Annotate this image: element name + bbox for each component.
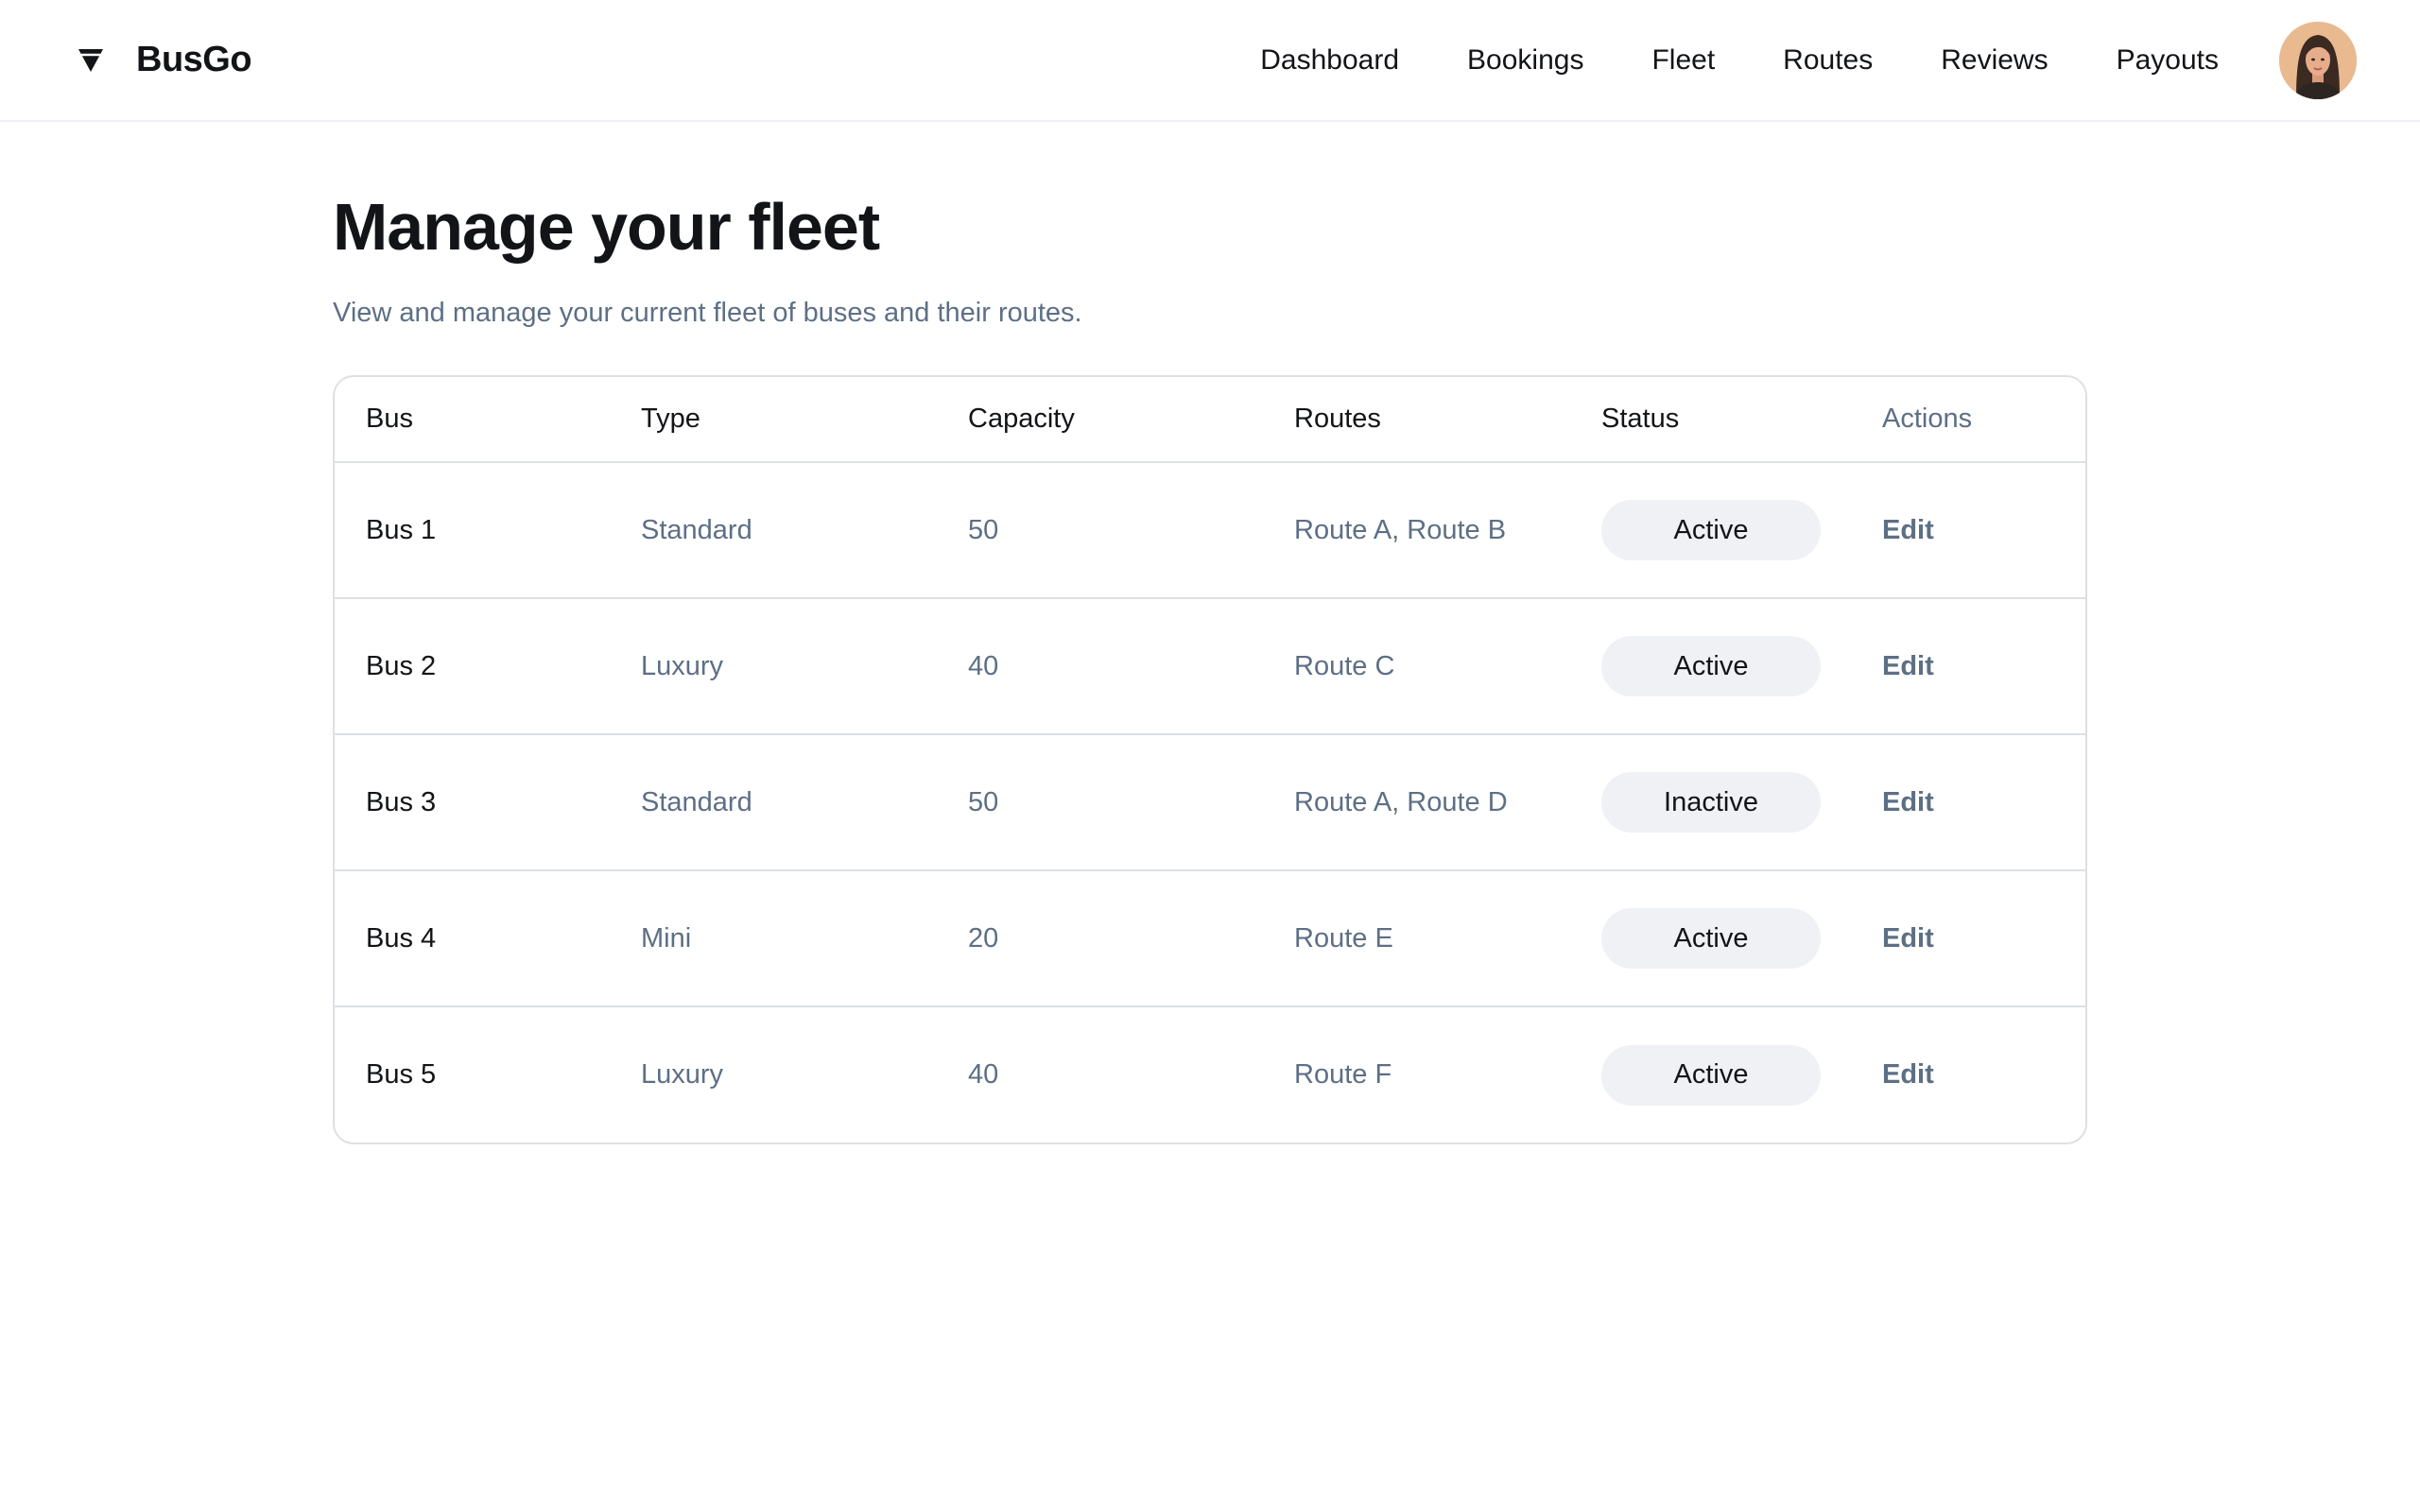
brand-name: BusGo bbox=[136, 40, 252, 79]
bus-actions-cell: Edit bbox=[1851, 870, 2085, 1007]
column-header-capacity: Capacity bbox=[937, 377, 1263, 463]
status-badge[interactable]: Active bbox=[1601, 636, 1821, 696]
table-row: Bus 3 Standard 50 Route A, Route D Inact… bbox=[335, 734, 2085, 871]
status-badge[interactable]: Active bbox=[1601, 1044, 1821, 1106]
main-content: Manage your fleet View and manage your c… bbox=[333, 122, 2087, 1144]
fleet-table-container: Bus Type Capacity Routes Status Actions … bbox=[333, 375, 2087, 1144]
busgo-logo-icon bbox=[76, 45, 106, 76]
bus-type-cell: Standard bbox=[610, 734, 937, 871]
status-badge[interactable]: Inactive bbox=[1601, 772, 1821, 833]
bus-name-cell: Bus 1 bbox=[335, 462, 610, 599]
column-header-routes: Routes bbox=[1263, 377, 1570, 463]
bus-status-cell: Active bbox=[1570, 462, 1851, 599]
page-title: Manage your fleet bbox=[333, 190, 880, 264]
bus-status-cell: Inactive bbox=[1570, 734, 1851, 871]
bus-routes-cell: Route E bbox=[1263, 870, 1570, 1007]
bus-routes-cell: Route C bbox=[1263, 598, 1570, 735]
table-row: Bus 5 Luxury 40 Route F Active Edit bbox=[335, 1006, 2085, 1143]
page-subtitle: View and manage your current fleet of bu… bbox=[333, 298, 1082, 328]
table-row: Bus 1 Standard 50 Route A, Route B Activ… bbox=[335, 462, 2085, 599]
user-avatar[interactable] bbox=[2279, 21, 2357, 99]
avatar-portrait-icon bbox=[2279, 21, 2357, 99]
bus-actions-cell: Edit bbox=[1851, 598, 2085, 735]
fleet-table: Bus Type Capacity Routes Status Actions … bbox=[335, 377, 2085, 1143]
bus-capacity-cell: 40 bbox=[937, 598, 1263, 735]
edit-button[interactable]: Edit bbox=[1882, 787, 1934, 817]
bus-status-cell: Active bbox=[1570, 1006, 1851, 1143]
bus-routes-cell: Route A, Route B bbox=[1263, 462, 1570, 599]
bus-type-cell: Mini bbox=[610, 870, 937, 1007]
bus-status-cell: Active bbox=[1570, 870, 1851, 1007]
edit-button[interactable]: Edit bbox=[1882, 1059, 1934, 1090]
bus-actions-cell: Edit bbox=[1851, 1006, 2085, 1143]
bus-name-cell: Bus 2 bbox=[335, 598, 610, 735]
bus-routes-cell: Route A, Route D bbox=[1263, 734, 1570, 871]
top-navbar: BusGo Dashboard Bookings Fleet Routes Re… bbox=[0, 0, 2420, 122]
bus-capacity-cell: 50 bbox=[937, 734, 1263, 871]
bus-actions-cell: Edit bbox=[1851, 734, 2085, 871]
bus-name-cell: Bus 4 bbox=[335, 870, 610, 1007]
column-header-actions: Actions bbox=[1851, 377, 2085, 463]
bus-name-cell: Bus 3 bbox=[335, 734, 610, 871]
nav-dashboard[interactable]: Dashboard bbox=[1260, 44, 1399, 77]
column-header-type: Type bbox=[610, 377, 937, 463]
nav-routes[interactable]: Routes bbox=[1783, 44, 1873, 77]
nav-reviews[interactable]: Reviews bbox=[1941, 44, 2048, 77]
table-header-row: Bus Type Capacity Routes Status Actions bbox=[335, 377, 2085, 463]
bus-capacity-cell: 50 bbox=[937, 462, 1263, 599]
status-badge[interactable]: Active bbox=[1601, 500, 1821, 560]
table-row: Bus 4 Mini 20 Route E Active Edit bbox=[335, 870, 2085, 1007]
column-header-status: Status bbox=[1570, 377, 1851, 463]
status-badge[interactable]: Active bbox=[1601, 908, 1821, 969]
nav-bookings[interactable]: Bookings bbox=[1467, 44, 1583, 77]
table-row: Bus 2 Luxury 40 Route C Active Edit bbox=[335, 598, 2085, 735]
bus-capacity-cell: 40 bbox=[968, 1059, 999, 1090]
bus-name-cell: Bus 5 bbox=[366, 1059, 437, 1090]
brand[interactable]: BusGo bbox=[76, 40, 252, 80]
bus-routes-cell: Route F bbox=[1294, 1059, 1392, 1090]
bus-type-cell: Standard bbox=[610, 462, 937, 599]
bus-actions-cell: Edit bbox=[1851, 462, 2085, 599]
bus-status-cell: Active bbox=[1570, 598, 1851, 735]
edit-button[interactable]: Edit bbox=[1882, 651, 1934, 681]
bus-type-cell: Luxury bbox=[610, 598, 937, 735]
edit-button[interactable]: Edit bbox=[1882, 515, 1934, 545]
bus-type-cell: Luxury bbox=[641, 1059, 724, 1090]
edit-button[interactable]: Edit bbox=[1882, 923, 1934, 954]
main-nav: Dashboard Bookings Fleet Routes Reviews … bbox=[1260, 21, 2357, 99]
nav-fleet[interactable]: Fleet bbox=[1651, 44, 1715, 77]
nav-payouts[interactable]: Payouts bbox=[2117, 44, 2219, 77]
column-header-bus: Bus bbox=[335, 377, 610, 463]
bus-capacity-cell: 20 bbox=[937, 870, 1263, 1007]
